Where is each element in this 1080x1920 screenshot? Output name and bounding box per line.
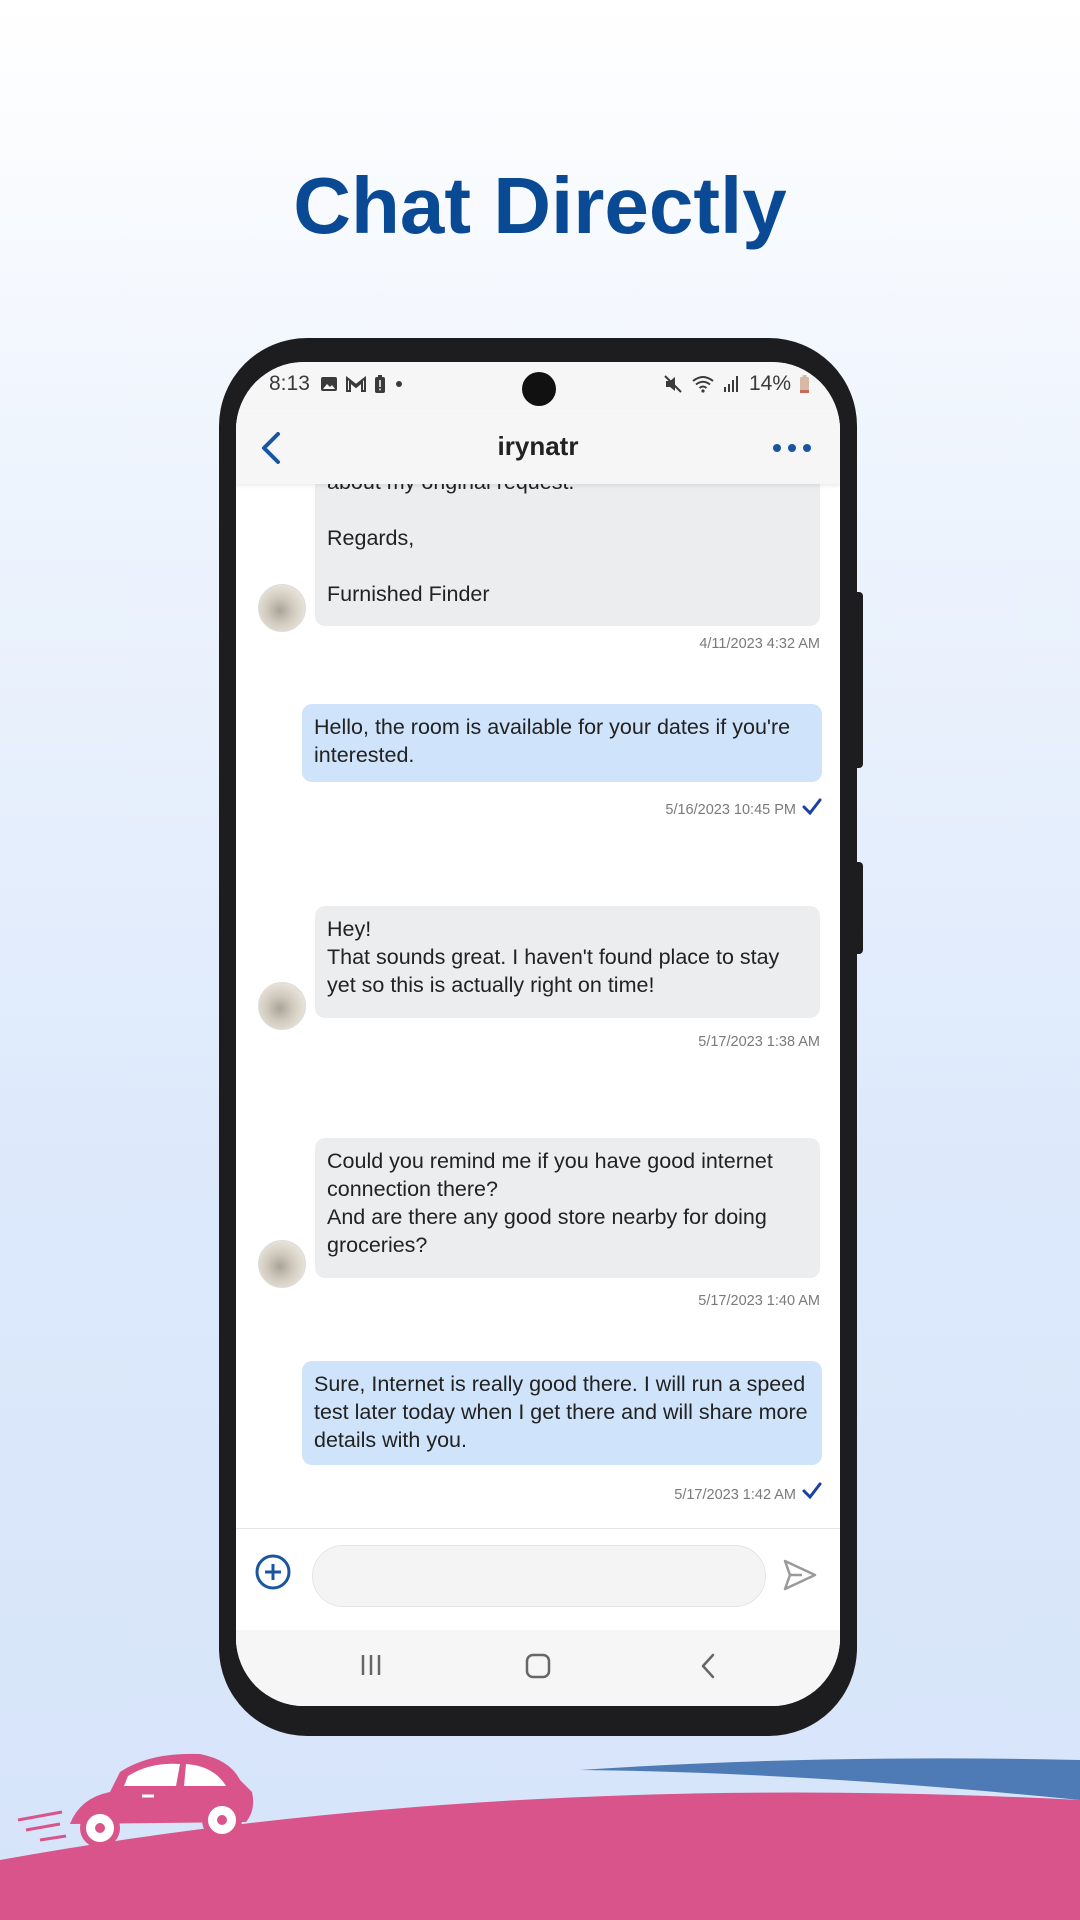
dot-icon: [396, 381, 402, 387]
phone-screen: 8:13 14% irynatr abo: [236, 362, 840, 1706]
system-back-icon[interactable]: [698, 1652, 720, 1680]
message-timestamp: 5/16/2023 10:45 PM: [665, 802, 796, 818]
system-status-icons: 14%: [663, 372, 810, 396]
front-camera: [522, 372, 556, 406]
incoming-message: Could you remind me if you have good int…: [315, 1138, 820, 1278]
message-timestamp: 5/17/2023 1:42 AM: [674, 1487, 796, 1503]
notification-icons: [320, 374, 404, 394]
signal-icon: [723, 376, 738, 392]
mute-icon: [664, 375, 682, 393]
road-car-illustration: [0, 1753, 1080, 1920]
car-icon: [17, 1753, 254, 1848]
chat-title: irynatr: [497, 431, 579, 461]
chat-header: irynatr: [236, 414, 840, 484]
read-check-icon: [802, 798, 822, 816]
phone-frame: 8:13 14% irynatr abo: [219, 338, 863, 1736]
sender-avatar: [258, 1240, 306, 1288]
sender-avatar: [258, 982, 306, 1030]
message-list[interactable]: about my original request. Regards, Furn…: [236, 484, 840, 1650]
page-headline: Chat Directly: [293, 161, 787, 250]
incoming-message: about my original request. Regards, Furn…: [315, 484, 820, 626]
message-timestamp: 5/17/2023 1:38 AM: [698, 1034, 820, 1050]
sender-avatar: [258, 584, 306, 632]
recent-apps-icon[interactable]: [358, 1652, 384, 1678]
volume-button: [857, 592, 863, 768]
incoming-message: Hey! That sounds great. I haven't found …: [315, 906, 820, 1018]
outgoing-message: Hello, the room is available for your da…: [302, 704, 822, 782]
battery-alert-icon: [375, 375, 385, 393]
message-composer: [236, 1528, 840, 1629]
read-check-icon: [802, 1482, 822, 1500]
back-chevron-icon[interactable]: [252, 426, 292, 470]
outgoing-message: Sure, Internet is really good there. I w…: [302, 1361, 822, 1465]
battery-icon: [800, 375, 809, 393]
system-navigation-bar: [236, 1630, 840, 1706]
gmail-icon: [346, 376, 366, 392]
power-button: [857, 862, 863, 954]
wifi-icon: [692, 376, 714, 393]
more-options-icon[interactable]: [770, 436, 814, 460]
battery-percent: 14%: [748, 372, 791, 395]
send-icon[interactable]: [782, 1557, 818, 1593]
home-icon[interactable]: [524, 1652, 552, 1680]
image-icon: [321, 377, 337, 391]
add-attachment-icon[interactable]: [254, 1553, 292, 1591]
message-timestamp: 4/11/2023 4:32 AM: [699, 636, 820, 652]
message-input[interactable]: [312, 1545, 766, 1607]
message-timestamp: 5/17/2023 1:40 AM: [698, 1293, 820, 1309]
status-time: 8:13: [269, 372, 310, 395]
